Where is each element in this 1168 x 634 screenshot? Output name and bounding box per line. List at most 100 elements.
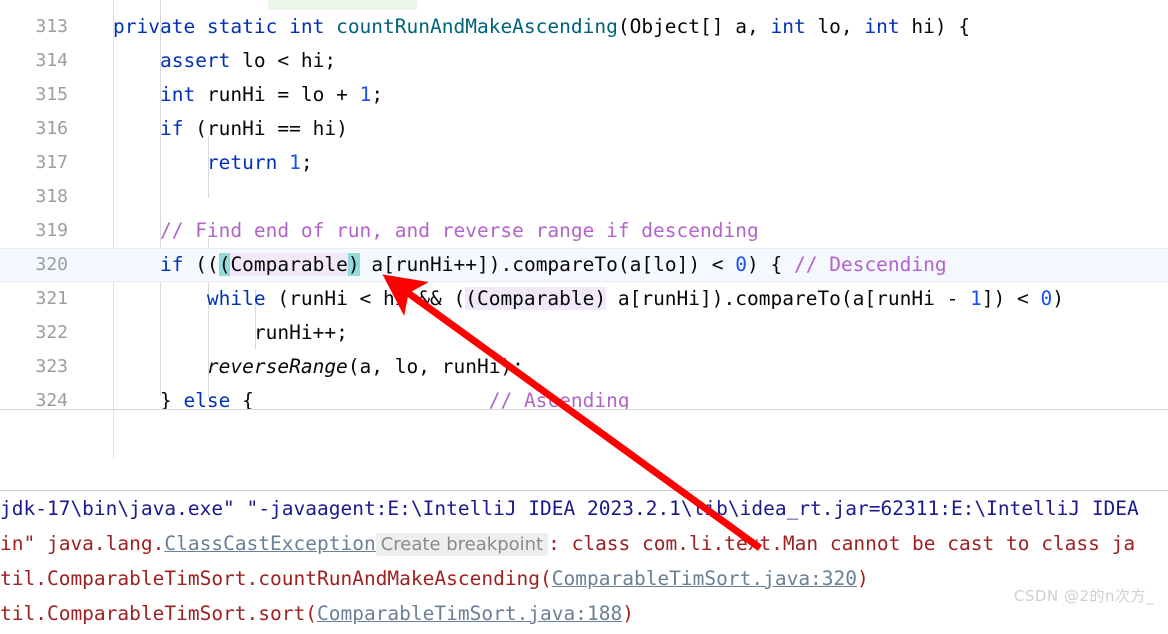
line-number: 316 [35,118,68,139]
code-line[interactable]: 322 runHi++; [0,316,1168,350]
line-number: 323 [35,356,68,377]
code-token: Comparable [230,253,348,276]
code-line[interactable]: 313 private static int countRunAndMakeAsc… [0,10,1168,44]
code-token: // Descending [794,253,947,276]
code-line[interactable]: 324 } else { // Ascending [0,384,1168,409]
code-line[interactable]: 321 while (runHi < hi && ((Comparable) a… [0,282,1168,316]
console-line: til.ComparableTimSort.sort(ComparableTim… [0,596,1168,630]
line-number: 321 [35,288,68,309]
code-line[interactable]: 315 int runHi = lo + 1; [0,78,1168,112]
code-token: ]) < [981,287,1041,310]
line-number: 322 [35,322,68,343]
code-token: private [113,15,207,38]
code-text: reverseRange(a, lo, runHi); [113,350,524,384]
code-token: (( [195,253,219,276]
line-number: 319 [35,220,68,241]
code-token: ) [1052,287,1065,310]
console-error-text: til.ComparableTimSort.countRunAndMakeAsc… [0,567,552,590]
code-text: return 1; [113,146,313,180]
line-number: 315 [35,84,68,105]
console-link[interactable]: ComparableTimSort.java:188 [317,602,622,625]
code-text: while (runHi < hi && ((Comparable) a[run… [113,282,1064,316]
indent-guide [113,409,114,459]
code-token: (Object[] a, [617,15,771,38]
code-token: reverseRange [206,355,348,378]
code-text: assert lo < hi; [113,44,336,78]
code-token: // Ascending [488,389,630,409]
console-link[interactable]: ComparableTimSort.java:320 [552,567,857,590]
code-editor[interactable]: 313 private static int countRunAndMakeAsc… [0,0,1168,409]
console-error-text: ) [857,567,869,590]
console-link[interactable]: ClassCastException [164,532,375,555]
code-token: (runHi < hi && ( [277,287,466,310]
code-text: runHi++; [113,316,348,350]
code-text: if (runHi == hi) [113,112,348,146]
code-token: int [289,15,337,38]
code-token: ) [347,253,360,276]
code-token: else [183,389,243,409]
code-token: } [159,389,184,409]
code-token: int [864,15,912,38]
code-token: runHi++; [253,321,348,344]
editor-console-divider [0,409,1168,491]
code-token: // Find end of run, and reverse range if… [159,219,759,242]
console-error-text: : class com.li.text.Man cannot be cast t… [548,532,1136,555]
code-token: (a, lo, runHi); [347,355,524,378]
code-line[interactable]: 316 if (runHi == hi) [0,112,1168,146]
line-number: 317 [35,152,68,173]
code-token: static [206,15,290,38]
code-text: private static int countRunAndMakeAscend… [113,10,970,44]
code-token: countRunAndMakeAscending [336,15,618,38]
code-text: if (((Comparable) a[runHi++]).compareTo(… [113,249,947,281]
line-number: 320 [35,254,68,275]
line-number: 313 [35,16,68,37]
code-token: 1 [289,151,301,174]
csdn-watermark: CSDN @2的n次方_ [1013,587,1154,605]
code-token: ) { [747,253,794,276]
code-token: ( [218,253,231,276]
console-text: jdk-17\bin\java.exe" "-javaagent:E:\Inte… [0,497,1139,520]
code-token: (runHi == hi) [195,117,348,140]
code-token: { [242,389,254,409]
code-token: if [159,117,196,140]
console-line-list: jdk-17\bin\java.exe" "-javaagent:E:\Inte… [0,491,1168,630]
code-token: lo, [817,15,865,38]
line-number: 314 [35,50,68,71]
code-text: } else { // Ascending [113,384,630,409]
code-text: int runHi = lo + 1; [113,78,383,112]
code-line[interactable]: 323 reverseRange(a, lo, runHi); [0,350,1168,384]
code-token: runHi = lo + [206,83,360,106]
console-error-text: ) [622,602,634,625]
line-number: 324 [35,390,68,409]
code-token: int [770,15,818,38]
code-token: if [159,253,196,276]
run-console[interactable]: jdk-17\bin\java.exe" "-javaagent:E:\Inte… [0,491,1168,630]
code-token: return [206,151,290,174]
code-line[interactable]: 320 if (((Comparable) a[runHi++]).compar… [0,248,1168,282]
code-line[interactable]: 318 [0,180,1168,214]
code-token: int [159,83,207,106]
console-line: in" java.lang.ClassCastException Create b… [0,526,1168,561]
code-token: 1 [970,287,982,310]
code-text: // Find end of run, and reverse range if… [113,214,759,248]
create-breakpoint-inlay[interactable]: Create breakpoint [375,533,549,556]
code-line[interactable]: 317 return 1; [0,146,1168,180]
code-token: while [206,287,278,310]
console-error-text: til.ComparableTimSort.sort( [0,602,317,625]
code-token: ; [371,83,384,106]
code-token: 1 [359,83,372,106]
divider-top [0,409,1168,410]
code-token: ; [300,151,313,174]
code-token: lo < hi; [242,49,337,72]
code-token: (Comparable) [465,287,607,310]
code-token: hi) { [911,15,971,38]
code-line-list: 313 private static int countRunAndMakeAsc… [0,0,1168,409]
code-token: 0 [1040,287,1053,310]
console-error-text: in" java.lang. [0,532,165,555]
code-token: assert [159,49,243,72]
code-line[interactable]: 314 assert lo < hi; [0,44,1168,78]
console-line: jdk-17\bin\java.exe" "-javaagent:E:\Inte… [0,491,1168,526]
code-line[interactable]: 319 // Find end of run, and reverse rang… [0,214,1168,248]
code-token: 0 [735,253,748,276]
